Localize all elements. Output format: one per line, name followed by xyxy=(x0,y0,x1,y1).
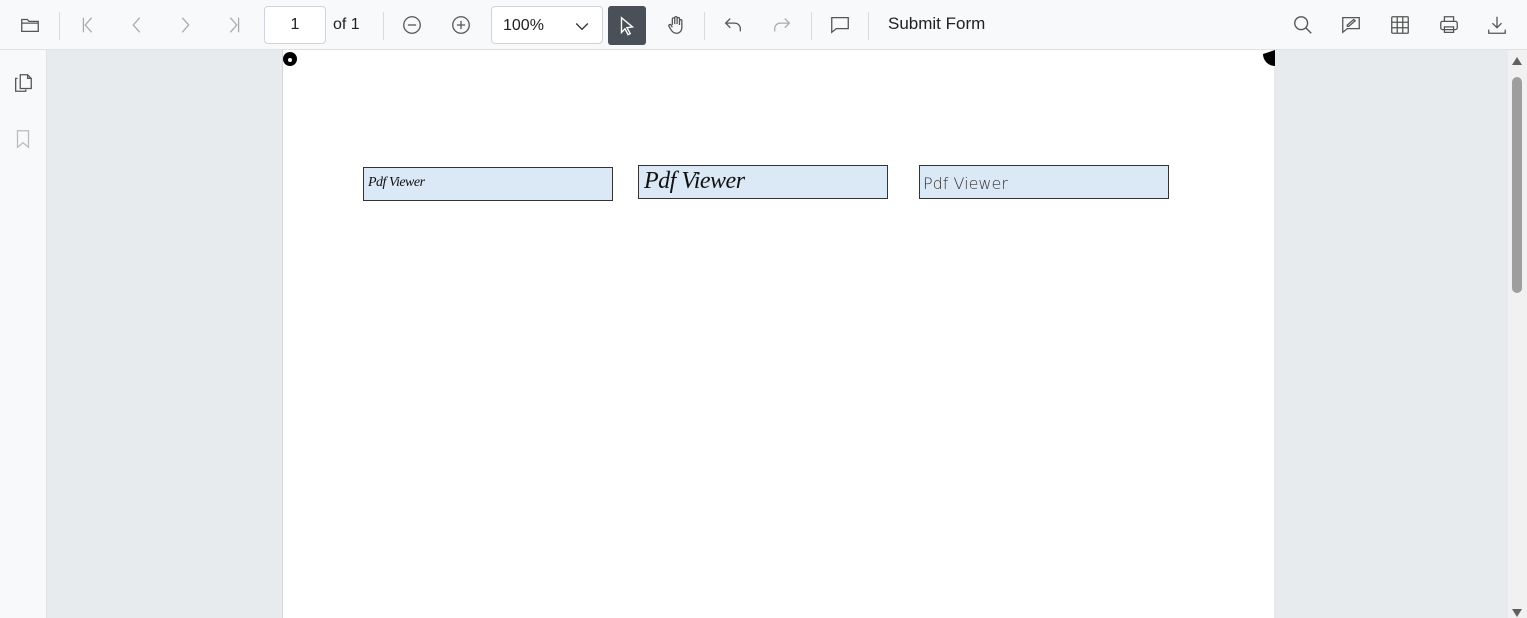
main-toolbar: of 1 100% Submit Form xyxy=(0,0,1527,50)
last-page-icon xyxy=(229,17,240,33)
document-viewer: Pdf Viewer Pdf Viewer Pdf Viewer xyxy=(47,50,1508,618)
scroll-thumb[interactable] xyxy=(1512,77,1522,293)
redo-button[interactable] xyxy=(764,7,800,43)
edit-annotation-icon xyxy=(1342,17,1360,34)
vertical-scrollbar[interactable] xyxy=(1508,50,1527,618)
submit-form-button[interactable]: Submit Form xyxy=(878,14,995,34)
first-page-button[interactable] xyxy=(70,7,106,43)
comment-button[interactable] xyxy=(822,7,858,43)
form-text-field[interactable]: Pdf Viewer xyxy=(363,167,613,201)
pan-hand-icon xyxy=(668,16,683,34)
corner-marker-icon xyxy=(1263,50,1275,66)
last-page-button[interactable] xyxy=(216,7,252,43)
open-folder-icon xyxy=(21,18,39,33)
download-button[interactable] xyxy=(1479,7,1515,43)
zoom-value: 100% xyxy=(503,17,544,34)
zoom-dropdown[interactable]: 100% xyxy=(491,6,603,44)
undo-button[interactable] xyxy=(715,7,751,43)
pdf-page: Pdf Viewer Pdf Viewer Pdf Viewer xyxy=(282,50,1275,618)
total-pages-label: of 1 xyxy=(333,16,360,33)
page-thumbnails-button[interactable] xyxy=(8,68,38,98)
search-button[interactable] xyxy=(1285,7,1321,43)
form-text-field[interactable]: Pdf Viewer xyxy=(919,165,1169,199)
corner-marker-icon xyxy=(283,52,297,66)
redo-icon xyxy=(774,18,791,32)
previous-page-button[interactable] xyxy=(119,7,155,43)
zoom-in-button[interactable] xyxy=(443,7,479,43)
first-page-icon xyxy=(82,17,93,33)
zoom-out-icon xyxy=(403,16,421,34)
scroll-up-arrow[interactable] xyxy=(1512,57,1522,65)
search-icon xyxy=(1294,16,1312,34)
edit-annotation-button[interactable] xyxy=(1333,7,1369,43)
selection-cursor-icon xyxy=(620,15,635,36)
download-icon xyxy=(1488,16,1506,34)
form-designer-button[interactable] xyxy=(1382,7,1418,43)
scroll-down-arrow[interactable] xyxy=(1512,609,1522,617)
open-file-button[interactable] xyxy=(12,7,48,43)
current-page-input[interactable] xyxy=(264,6,326,44)
comment-icon xyxy=(831,17,849,34)
print-icon xyxy=(1440,16,1458,33)
bookmarks-button[interactable] xyxy=(8,124,38,154)
form-designer-icon xyxy=(1391,16,1409,34)
zoom-out-button[interactable] xyxy=(394,7,430,43)
print-button[interactable] xyxy=(1431,7,1467,43)
form-text-field[interactable]: Pdf Viewer xyxy=(638,165,888,199)
navigation-sidebar xyxy=(0,50,47,618)
page-thumbnails-icon xyxy=(15,74,32,92)
chevron-down-icon xyxy=(575,23,589,31)
undo-icon xyxy=(724,18,741,32)
text-select-tool-button[interactable] xyxy=(608,6,646,45)
bookmarks-icon xyxy=(16,130,30,149)
zoom-in-icon xyxy=(452,16,470,34)
pan-tool-button[interactable] xyxy=(658,7,694,43)
previous-page-icon xyxy=(132,17,141,33)
next-page-button[interactable] xyxy=(167,7,203,43)
next-page-icon xyxy=(181,17,190,33)
